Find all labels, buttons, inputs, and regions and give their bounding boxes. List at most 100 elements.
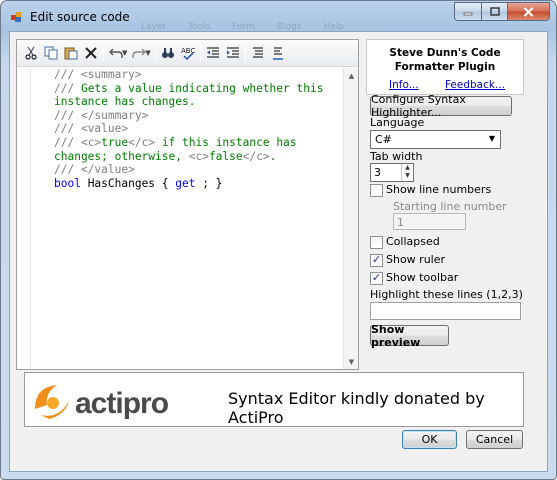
svg-text:actipro: actipro: [75, 387, 169, 420]
cancel-button[interactable]: Cancel: [466, 430, 523, 449]
show-ruler-label: Show ruler: [386, 253, 446, 266]
code-lines[interactable]: /// <summary>/// Gets a value indicating…: [54, 68, 344, 190]
minimize-button[interactable]: [454, 2, 481, 21]
vertical-scrollbar[interactable]: ▲ ▼: [343, 68, 358, 369]
actipro-logo: actipro: [35, 385, 170, 420]
format-icon[interactable]: [248, 43, 268, 63]
language-value: C#: [375, 133, 392, 146]
indent-icon[interactable]: [223, 43, 243, 63]
show-ruler-checkbox[interactable]: ✓: [370, 254, 383, 267]
stepper-down-icon[interactable]: ▼: [402, 172, 413, 180]
collapsed-label: Collapsed: [386, 235, 440, 248]
toolbar-separator: [199, 44, 201, 62]
code-line[interactable]: /// </value>: [54, 163, 344, 177]
chevron-down-icon: ▼: [488, 134, 495, 143]
tab-width-label: Tab width: [370, 150, 423, 163]
comment-icon[interactable]: [268, 43, 288, 63]
app-icon: [11, 12, 21, 22]
code-token: .: [269, 149, 277, 163]
code-token: true: [101, 135, 129, 149]
tab-width-value: 3: [374, 166, 381, 179]
feedback-link[interactable]: Feedback...: [445, 79, 505, 91]
code-token: if this instance has: [155, 135, 297, 149]
code-line[interactable]: instance has changes.: [54, 95, 344, 109]
code-line[interactable]: bool HasChanges { get ; }: [54, 177, 344, 191]
configure-syntax-highlighter-button[interactable]: Configure Syntax Highlighter...: [370, 93, 512, 119]
code-token: bool: [54, 176, 81, 190]
code-line[interactable]: /// Gets a value indicating whether this: [54, 82, 344, 96]
stepper-up-icon[interactable]: ▲: [402, 164, 413, 172]
language-select[interactable]: C# ▼: [370, 130, 501, 149]
code-token: ///: [54, 68, 81, 81]
editor-gutter: [17, 68, 31, 369]
tab-width-stepper[interactable]: 3 ▲ ▼: [370, 163, 414, 182]
code-line[interactable]: /// <value>: [54, 122, 344, 136]
show-preview-button[interactable]: Show preview: [370, 323, 449, 349]
code-token: changes; otherwise,: [54, 149, 189, 163]
info-link[interactable]: Info...: [389, 79, 419, 91]
code-text-area[interactable]: /// <summary>/// Gets a value indicating…: [17, 68, 344, 369]
toolbar-separator: [103, 44, 104, 62]
highlight-lines-label: Highlight these lines (1,2,3): [370, 288, 523, 301]
code-token: ///: [54, 122, 81, 136]
show-line-numbers-checkbox[interactable]: [370, 184, 383, 197]
scroll-up-icon[interactable]: ▲: [344, 68, 359, 83]
outdent-icon[interactable]: [203, 43, 223, 63]
code-token: </value>: [80, 163, 135, 177]
redo-dropdown-icon[interactable]: ▼: [145, 49, 150, 57]
collapsed-checkbox[interactable]: [370, 236, 383, 249]
code-token: <c>: [80, 135, 102, 149]
toolbar-separator: [154, 44, 156, 62]
close-icon: [523, 6, 534, 17]
code-token: get: [175, 176, 196, 190]
code-token: <c>: [188, 149, 209, 163]
language-label: Language: [370, 116, 425, 129]
code-token: HasChanges {: [80, 176, 176, 190]
close-button[interactable]: [507, 2, 550, 21]
code-token: instance has changes.: [54, 95, 196, 109]
caption-buttons: [454, 2, 550, 21]
code-line[interactable]: changes; otherwise, <c>false</c>.: [54, 150, 344, 164]
starting-line-value: 1: [397, 216, 404, 229]
highlight-lines-input[interactable]: [370, 302, 521, 320]
starting-line-input: 1: [393, 213, 466, 230]
code-line[interactable]: /// </summary>: [54, 109, 344, 123]
starting-line-label: Starting line number: [393, 200, 507, 213]
minimize-icon: [463, 12, 473, 15]
code-token: ///: [54, 135, 81, 149]
copy-icon[interactable]: [41, 43, 61, 63]
maximize-button[interactable]: [481, 2, 507, 21]
show-toolbar-checkbox[interactable]: ✓: [370, 272, 383, 285]
toolbar-separator: [244, 44, 246, 62]
code-token: <value>: [80, 122, 129, 136]
code-token: ///: [54, 108, 81, 122]
code-token: false: [208, 149, 243, 163]
code-line[interactable]: /// <c>true</c> if this instance has: [54, 136, 344, 150]
spellcheck-icon[interactable]: ABC: [178, 43, 198, 63]
syntax-editor: ▼ ▼ ABC /// <summary>/// Gets a value in…: [16, 39, 359, 370]
find-icon[interactable]: [158, 43, 178, 63]
title-bar[interactable]: Edit source code Layer Tools Form Blogs …: [1, 1, 556, 32]
code-token: ///: [54, 163, 81, 177]
stepper-buttons[interactable]: ▲ ▼: [401, 164, 413, 181]
paste-icon[interactable]: [61, 43, 81, 63]
code-token: ; }: [195, 176, 223, 190]
plugin-info-panel: Steve Dunn's Code Formatter Plugin Info.…: [366, 39, 524, 95]
code-token: </c>: [242, 149, 270, 163]
code-token: <summary>: [80, 68, 142, 81]
delete-icon[interactable]: [81, 43, 101, 63]
actipro-banner: actipro Syntax Editor kindly donated by …: [24, 372, 524, 427]
ok-button[interactable]: OK: [402, 430, 457, 449]
code-token: Gets a value indicating whether this: [80, 81, 324, 95]
show-line-numbers-label: Show line numbers: [386, 183, 492, 196]
cut-icon[interactable]: [21, 43, 41, 63]
undo-dropdown-icon[interactable]: ▼: [122, 49, 127, 57]
scroll-down-icon[interactable]: ▼: [344, 354, 359, 369]
show-toolbar-label: Show toolbar: [386, 271, 459, 284]
window-title: Edit source code: [30, 10, 130, 24]
code-line[interactable]: /// <summary>: [54, 68, 344, 82]
code-token: ///: [54, 81, 81, 95]
code-token: </summary>: [80, 108, 149, 122]
code-token: </c>: [128, 135, 156, 149]
editor-toolbar: ▼ ▼ ABC: [17, 40, 358, 67]
